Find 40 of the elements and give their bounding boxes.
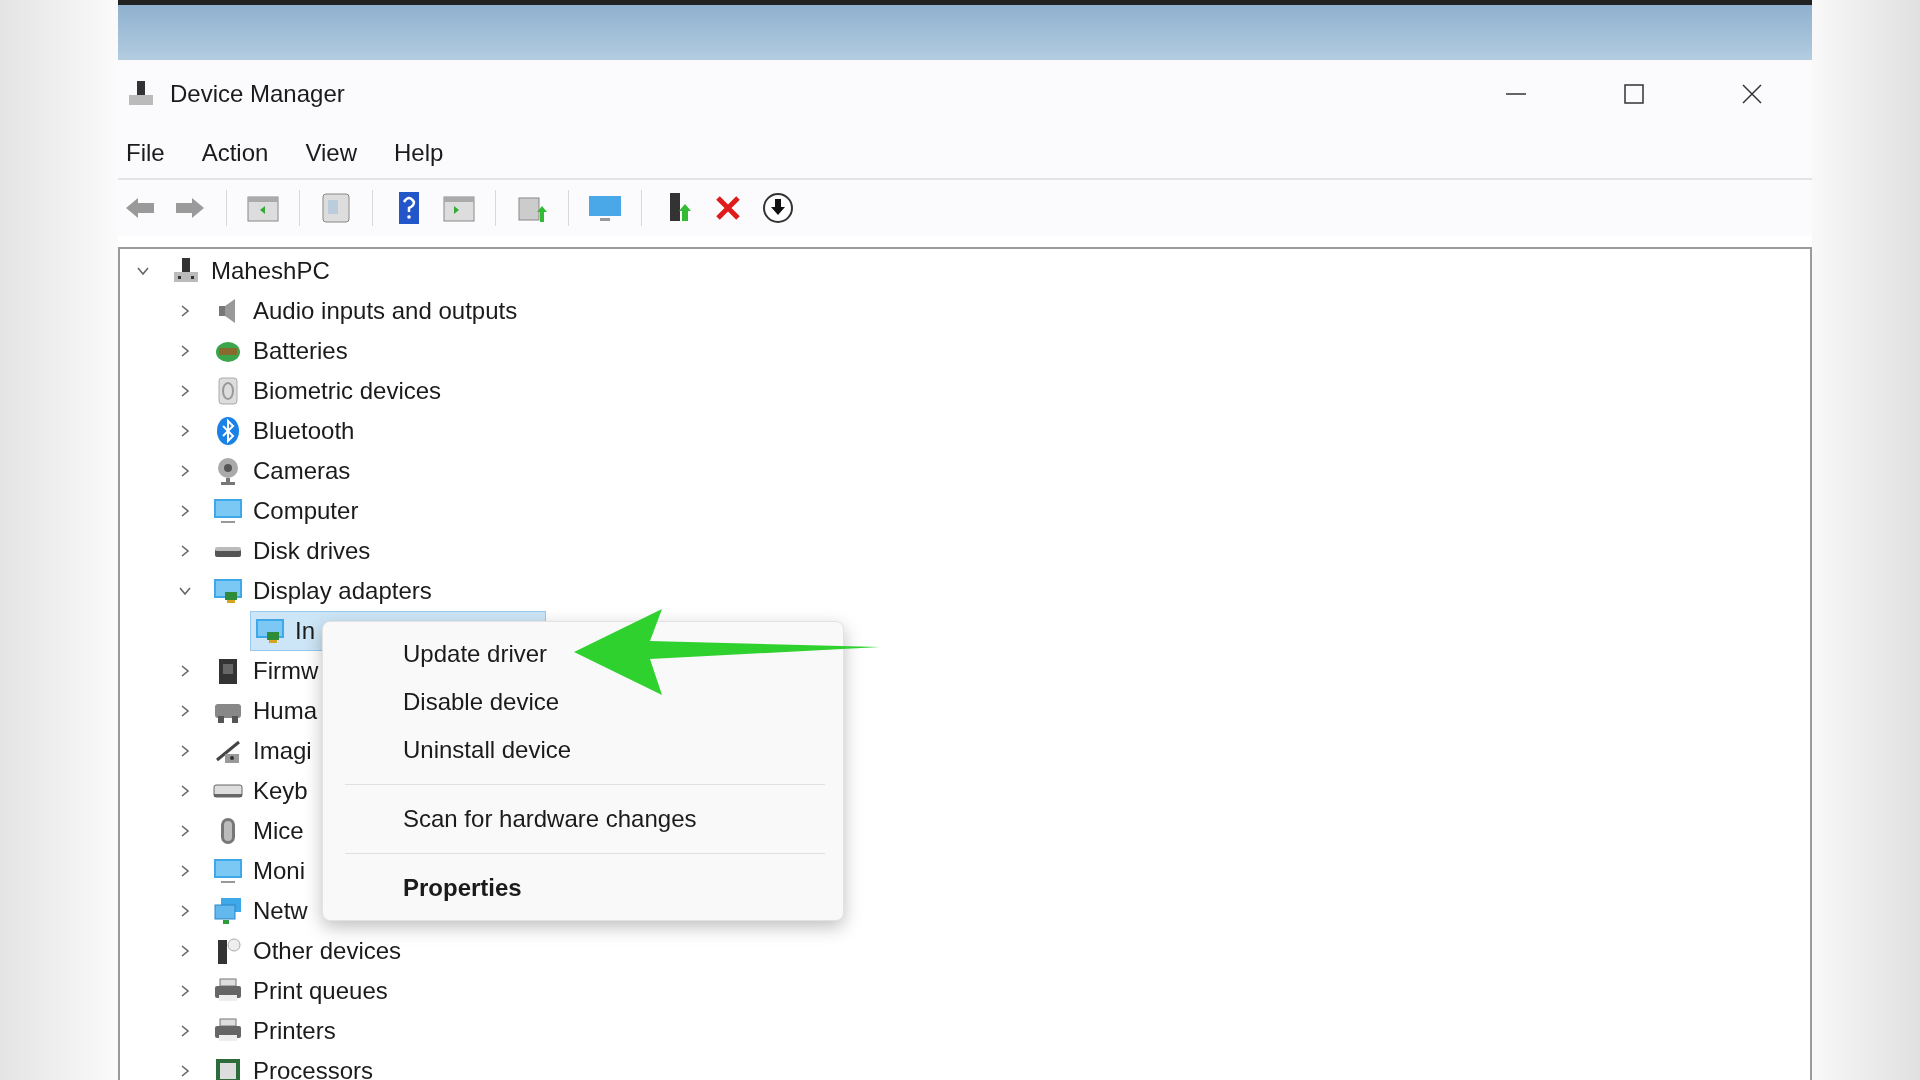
menu-item[interactable]: Uninstall device <box>323 726 843 774</box>
tree-item[interactable]: Batteries <box>208 331 355 371</box>
tree-item[interactable]: Moni <box>208 851 313 891</box>
tree-item[interactable]: Disk drives <box>208 531 378 571</box>
menu-item[interactable]: Scan for hardware changes <box>323 795 843 843</box>
tree-item[interactable]: MaheshPC <box>166 251 337 291</box>
tree-item[interactable]: Audio inputs and outputs <box>208 291 525 331</box>
maximize-icon <box>1623 83 1645 105</box>
display-card-icon <box>213 576 243 606</box>
tree-item[interactable]: Bluetooth <box>208 411 362 451</box>
tree-item[interactable]: Computer <box>208 491 366 531</box>
tree-item[interactable]: Cameras <box>208 451 358 491</box>
disk-drive-icon <box>213 545 243 557</box>
menu-item[interactable]: Properties <box>323 864 843 912</box>
minimize-icon <box>1505 92 1527 96</box>
tree-item[interactable]: Processors <box>208 1051 381 1080</box>
monitor-icon <box>213 496 243 526</box>
close-icon <box>1741 83 1763 105</box>
network-icon <box>213 896 243 926</box>
tree-item[interactable]: Huma <box>208 691 325 731</box>
tree-item[interactable]: Printers <box>208 1011 343 1051</box>
monitor-icon <box>213 856 243 886</box>
menu-item[interactable]: File <box>124 135 180 171</box>
processor-icon <box>213 1056 243 1080</box>
tree-item[interactable]: Display adapters <box>208 571 439 611</box>
menu-item[interactable]: Help <box>391 135 459 171</box>
menu-item[interactable]: Action <box>199 135 284 171</box>
tree-item[interactable]: Other devices <box>208 931 409 971</box>
tree-item[interactable]: Firmw <box>208 651 326 691</box>
tree-item[interactable]: Netw <box>208 891 315 931</box>
tree-item[interactable]: Keyb <box>208 771 315 811</box>
window-title: Device Manager <box>170 80 346 108</box>
menu-item[interactable]: Update driver <box>323 630 843 678</box>
tree-item[interactable]: Biometric devices <box>208 371 449 411</box>
display-card-icon <box>255 616 285 646</box>
tree-item[interactable]: Print queues <box>208 971 395 1011</box>
menu-item[interactable]: Disable device <box>323 678 843 726</box>
menu-item[interactable]: View <box>303 135 372 171</box>
tree-item[interactable]: Mice <box>208 811 311 851</box>
tree-item[interactable]: Imagi <box>208 731 319 771</box>
